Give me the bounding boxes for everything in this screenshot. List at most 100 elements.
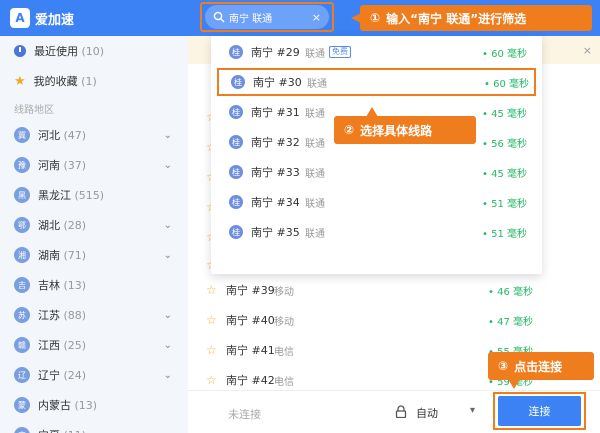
sidebar-item-label: 江苏 (88) xyxy=(38,309,87,322)
sidebar-item-province[interactable]: 辽辽宁 (24) ⌄ xyxy=(0,360,188,390)
route-row[interactable]: ☆ 南宁 #39 移动 • 46 毫秒 xyxy=(188,276,600,304)
route-name: 南宁 #34 xyxy=(251,196,300,209)
chevron-down-icon[interactable]: ⌄ xyxy=(164,250,172,261)
province-badge-icon: 宁 xyxy=(14,427,30,433)
route-isp: 联通 xyxy=(305,48,325,60)
region-badge-icon: 桂 xyxy=(229,195,243,209)
mode-select[interactable]: 自动 xyxy=(416,405,438,421)
route-isp: 联通 xyxy=(305,198,325,210)
sidebar-item-province[interactable]: 黑黑龙江 (515) xyxy=(0,180,188,210)
route-ping: • 56 毫秒 xyxy=(482,138,527,150)
route-ping: • 60 毫秒 xyxy=(484,78,529,90)
chevron-down-icon[interactable]: ⌄ xyxy=(164,220,172,231)
sidebar-item-province[interactable]: 宁 宁夏 (11) ⌄ xyxy=(0,420,188,433)
region-badge-icon: 桂 xyxy=(229,225,243,239)
province-badge-icon: 吉 xyxy=(14,277,30,293)
route-isp: 移动 xyxy=(274,316,294,328)
sidebar-item-label: 我的收藏 (1) xyxy=(33,75,97,88)
route-isp: 联通 xyxy=(305,168,325,180)
sidebar-item-province[interactable]: 吉吉林 (13) xyxy=(0,270,188,300)
sidebar-item-recent[interactable]: 最近使用 (10) xyxy=(0,36,188,66)
province-badge-icon: 黑 xyxy=(14,187,30,203)
connect-button[interactable]: 连接 xyxy=(498,396,581,426)
province-badge-icon: 苏 xyxy=(14,307,30,323)
sidebar-item-label: 湖南 (71) xyxy=(38,249,87,262)
search-results-dropdown: 桂南宁 #29 联通 免费 • 60 毫秒桂南宁 #30 联通 • 60 毫秒桂南宁 #3… xyxy=(211,36,542,274)
callout-step-2: ② 选择具体线路 xyxy=(334,107,476,144)
route-option[interactable]: 桂南宁 #35 联通 • 51 毫秒 xyxy=(217,218,536,246)
sidebar-item-province[interactable]: 苏江苏 (88) ⌄ xyxy=(0,300,188,330)
sidebar-item-province[interactable]: 豫河南 (37) ⌄ xyxy=(0,150,188,180)
route-ping: • 45 毫秒 xyxy=(482,168,527,180)
province-badge-icon: 鄂 xyxy=(14,217,30,233)
route-ping: • 51 毫秒 xyxy=(482,228,527,240)
province-badge-icon: 冀 xyxy=(14,127,30,143)
route-isp: 联通 xyxy=(305,108,325,120)
chevron-down-icon[interactable]: ⌄ xyxy=(164,430,172,433)
route-ping: • 60 毫秒 xyxy=(482,48,527,60)
route-isp: 联通 xyxy=(305,228,325,240)
route-name: 南宁 #40 xyxy=(226,314,275,327)
sidebar-item-province[interactable]: 湘湖南 (71) ⌄ xyxy=(0,240,188,270)
sidebar-item-favorites[interactable]: ★ 我的收藏 (1) xyxy=(0,66,188,96)
star-icon: ★ xyxy=(14,73,26,89)
sidebar-item-label: 河北 (47) xyxy=(38,129,87,142)
sidebar-item-label: 吉林 (13) xyxy=(38,279,87,292)
province-badge-icon: 赣 xyxy=(14,337,30,353)
route-name: 南宁 #31 xyxy=(251,106,300,119)
star-icon[interactable]: ☆ xyxy=(206,313,217,327)
region-badge-icon: 桂 xyxy=(229,105,243,119)
route-ping: • 47 毫秒 xyxy=(488,316,533,328)
search-highlight-frame xyxy=(200,2,334,32)
route-row[interactable]: ☆ 南宁 #40 移动 • 47 毫秒 xyxy=(188,306,600,334)
app-logo: A 爱加速 xyxy=(10,8,74,28)
region-badge-icon: 桂 xyxy=(229,45,243,59)
chevron-down-icon[interactable]: ⌄ xyxy=(164,130,172,141)
chevron-down-icon[interactable]: ⌄ xyxy=(164,340,172,351)
free-tag: 免费 xyxy=(329,46,351,58)
route-option[interactable]: 桂南宁 #29 联通 免费 • 60 毫秒 xyxy=(217,38,536,66)
clock-icon xyxy=(14,45,26,57)
star-icon[interactable]: ☆ xyxy=(206,343,217,357)
route-name: 南宁 #39 xyxy=(226,284,275,297)
route-ping: • 45 毫秒 xyxy=(482,108,527,120)
chevron-down-icon[interactable]: ⌄ xyxy=(164,370,172,381)
star-icon[interactable]: ☆ xyxy=(206,373,217,387)
chevron-down-icon[interactable]: ⌄ xyxy=(164,160,172,171)
route-name: 南宁 #35 xyxy=(251,226,300,239)
lock-icon xyxy=(395,405,407,418)
sidebar-item-province[interactable]: 蒙内蒙古 (13) xyxy=(0,390,188,420)
route-name: 南宁 #41 xyxy=(226,344,275,357)
sidebar-item-label: 黑龙江 (515) xyxy=(38,189,105,202)
route-name: 南宁 #30 xyxy=(253,76,302,89)
sidebar-item-label: 辽宁 (24) xyxy=(38,369,87,382)
route-name: 南宁 #33 xyxy=(251,166,300,179)
chevron-down-icon[interactable]: ⌄ xyxy=(164,310,172,321)
star-icon[interactable]: ☆ xyxy=(206,283,217,297)
route-ping: • 46 毫秒 xyxy=(488,286,533,298)
section-label-regions: 线路地区 xyxy=(14,104,54,116)
sidebar-item-label: 内蒙古 (13) xyxy=(38,399,98,412)
sidebar-item-label: 最近使用 (10) xyxy=(34,45,105,58)
sidebar-item-label: 江西 (25) xyxy=(38,339,87,352)
callout-number: ③ xyxy=(498,359,509,373)
route-option[interactable]: 桂南宁 #34 联通 • 51 毫秒 xyxy=(217,188,536,216)
region-badge-icon: 桂 xyxy=(229,165,243,179)
route-option[interactable]: 桂南宁 #30 联通 • 60 毫秒 xyxy=(217,68,536,96)
callout-number: ① xyxy=(370,11,381,25)
close-icon[interactable]: × xyxy=(583,44,592,57)
chevron-down-icon[interactable]: ▾ xyxy=(470,405,475,416)
sidebar-item-province[interactable]: 冀河北 (47) ⌄ xyxy=(0,120,188,150)
sidebar-item-label: 湖北 (28) xyxy=(38,219,87,232)
sidebar-item-label: 宁夏 (11) xyxy=(38,427,86,433)
province-badge-icon: 豫 xyxy=(14,157,30,173)
route-option[interactable]: 桂南宁 #33 联通 • 45 毫秒 xyxy=(217,158,536,186)
region-badge-icon: 桂 xyxy=(231,75,245,89)
logo-mark-icon: A xyxy=(10,8,30,28)
sidebar-item-province[interactable]: 赣江西 (25) ⌄ xyxy=(0,330,188,360)
sidebar: 最近使用 (10) ★ 我的收藏 (1) 线路地区 冀河北 (47) ⌄ 豫河南 (… xyxy=(0,36,188,433)
sidebar-item-province[interactable]: 鄂湖北 (28) ⌄ xyxy=(0,210,188,240)
province-badge-icon: 蒙 xyxy=(14,397,30,413)
region-badge-icon: 桂 xyxy=(229,135,243,149)
province-badge-icon: 辽 xyxy=(14,367,30,383)
